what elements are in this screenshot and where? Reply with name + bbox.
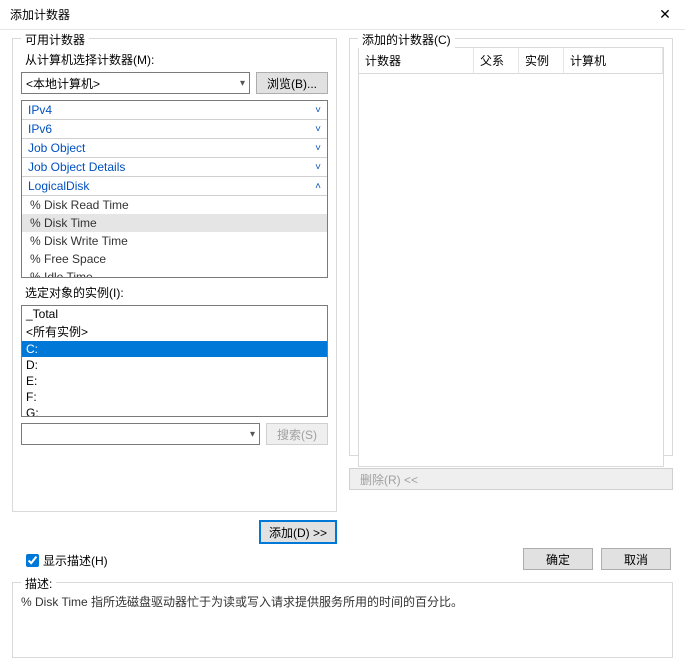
group-label: 描述: [21,575,56,592]
window-title: 添加计数器 [10,6,70,23]
counter-item[interactable]: % Disk Write Time [22,232,327,250]
group-label: 可用计数器 [21,31,89,48]
search-input[interactable]: ▾ [21,423,260,445]
add-button[interactable]: 添加(D) >> [259,520,337,544]
close-button[interactable]: ✕ [645,0,685,30]
chevron-down-icon: ˅ [315,124,321,135]
counter-category[interactable]: IPv4˅ [22,101,327,120]
chevron-down-icon: ˅ [315,162,321,173]
table-column-header[interactable]: 父系 [474,48,519,73]
chevron-up-icon: ˄ [315,181,321,192]
counter-list[interactable]: IPv4˅IPv6˅Job Object˅Job Object Details˅… [21,100,328,278]
instance-item[interactable]: <所有实例> [22,322,327,341]
table-header: 计数器父系实例计算机 [358,47,664,74]
show-description-checkbox[interactable]: 显示描述(H) [26,552,108,569]
chevron-down-icon: ▾ [250,429,255,440]
content: 可用计数器 从计算机选择计数器(M): <本地计算机> ▾ 浏览(B)... I… [0,30,685,548]
instance-item[interactable]: D: [22,357,327,373]
counter-category[interactable]: LogicalDisk˄ [22,177,327,196]
cancel-button[interactable]: 取消 [601,548,671,570]
chevron-down-icon: ▾ [240,78,245,89]
search-button: 搜索(S) [266,423,328,445]
counter-category[interactable]: Job Object Details˅ [22,158,327,177]
instance-item[interactable]: _Total [22,306,327,322]
checkbox-input[interactable] [26,554,39,567]
instance-item[interactable]: C: [22,341,327,357]
chevron-down-icon: ˅ [315,105,321,116]
remove-button: 删除(R) << [349,468,673,490]
description-text: % Disk Time 指所选磁盘驱动器忙于为读或写入请求提供服务所用的时间的百… [19,591,666,612]
bottom-row: 显示描述(H) 确定 取消 [0,548,685,578]
instance-list[interactable]: _Total<所有实例>C:D:E:F:G:H: [21,305,328,417]
counter-category[interactable]: IPv6˅ [22,120,327,139]
right-column: 添加的计数器(C) 计数器父系实例计算机 删除(R) << [349,38,673,544]
counter-item[interactable]: % Idle Time [22,268,327,278]
chevron-down-icon: ˅ [315,143,321,154]
left-column: 可用计数器 从计算机选择计数器(M): <本地计算机> ▾ 浏览(B)... I… [12,38,337,544]
counter-item[interactable]: % Disk Read Time [22,196,327,214]
table-column-header[interactable]: 实例 [519,48,564,73]
combo-text: <本地计算机> [26,75,100,92]
table-body[interactable] [358,74,664,467]
browse-button[interactable]: 浏览(B)... [256,72,328,94]
table-column-header[interactable]: 计数器 [359,48,474,73]
available-counters-group: 可用计数器 从计算机选择计数器(M): <本地计算机> ▾ 浏览(B)... I… [12,38,337,512]
instance-item[interactable]: E: [22,373,327,389]
instance-item[interactable]: F: [22,389,327,405]
counter-category[interactable]: Job Object˅ [22,139,327,158]
instances-label: 选定对象的实例(I): [25,284,328,301]
computer-label: 从计算机选择计数器(M): [25,51,328,68]
ok-button[interactable]: 确定 [523,548,593,570]
counter-item[interactable]: % Disk Time [22,214,327,232]
table-column-header[interactable]: 计算机 [564,48,663,73]
instance-item[interactable]: G: [22,405,327,417]
titlebar: 添加计数器 ✕ [0,0,685,30]
description-group: 描述: % Disk Time 指所选磁盘驱动器忙于为读或写入请求提供服务所用的… [12,582,673,658]
computer-select[interactable]: <本地计算机> ▾ [21,72,250,94]
counter-item[interactable]: % Free Space [22,250,327,268]
added-counters-group: 添加的计数器(C) 计数器父系实例计算机 [349,38,673,456]
group-label: 添加的计数器(C) [358,31,455,48]
